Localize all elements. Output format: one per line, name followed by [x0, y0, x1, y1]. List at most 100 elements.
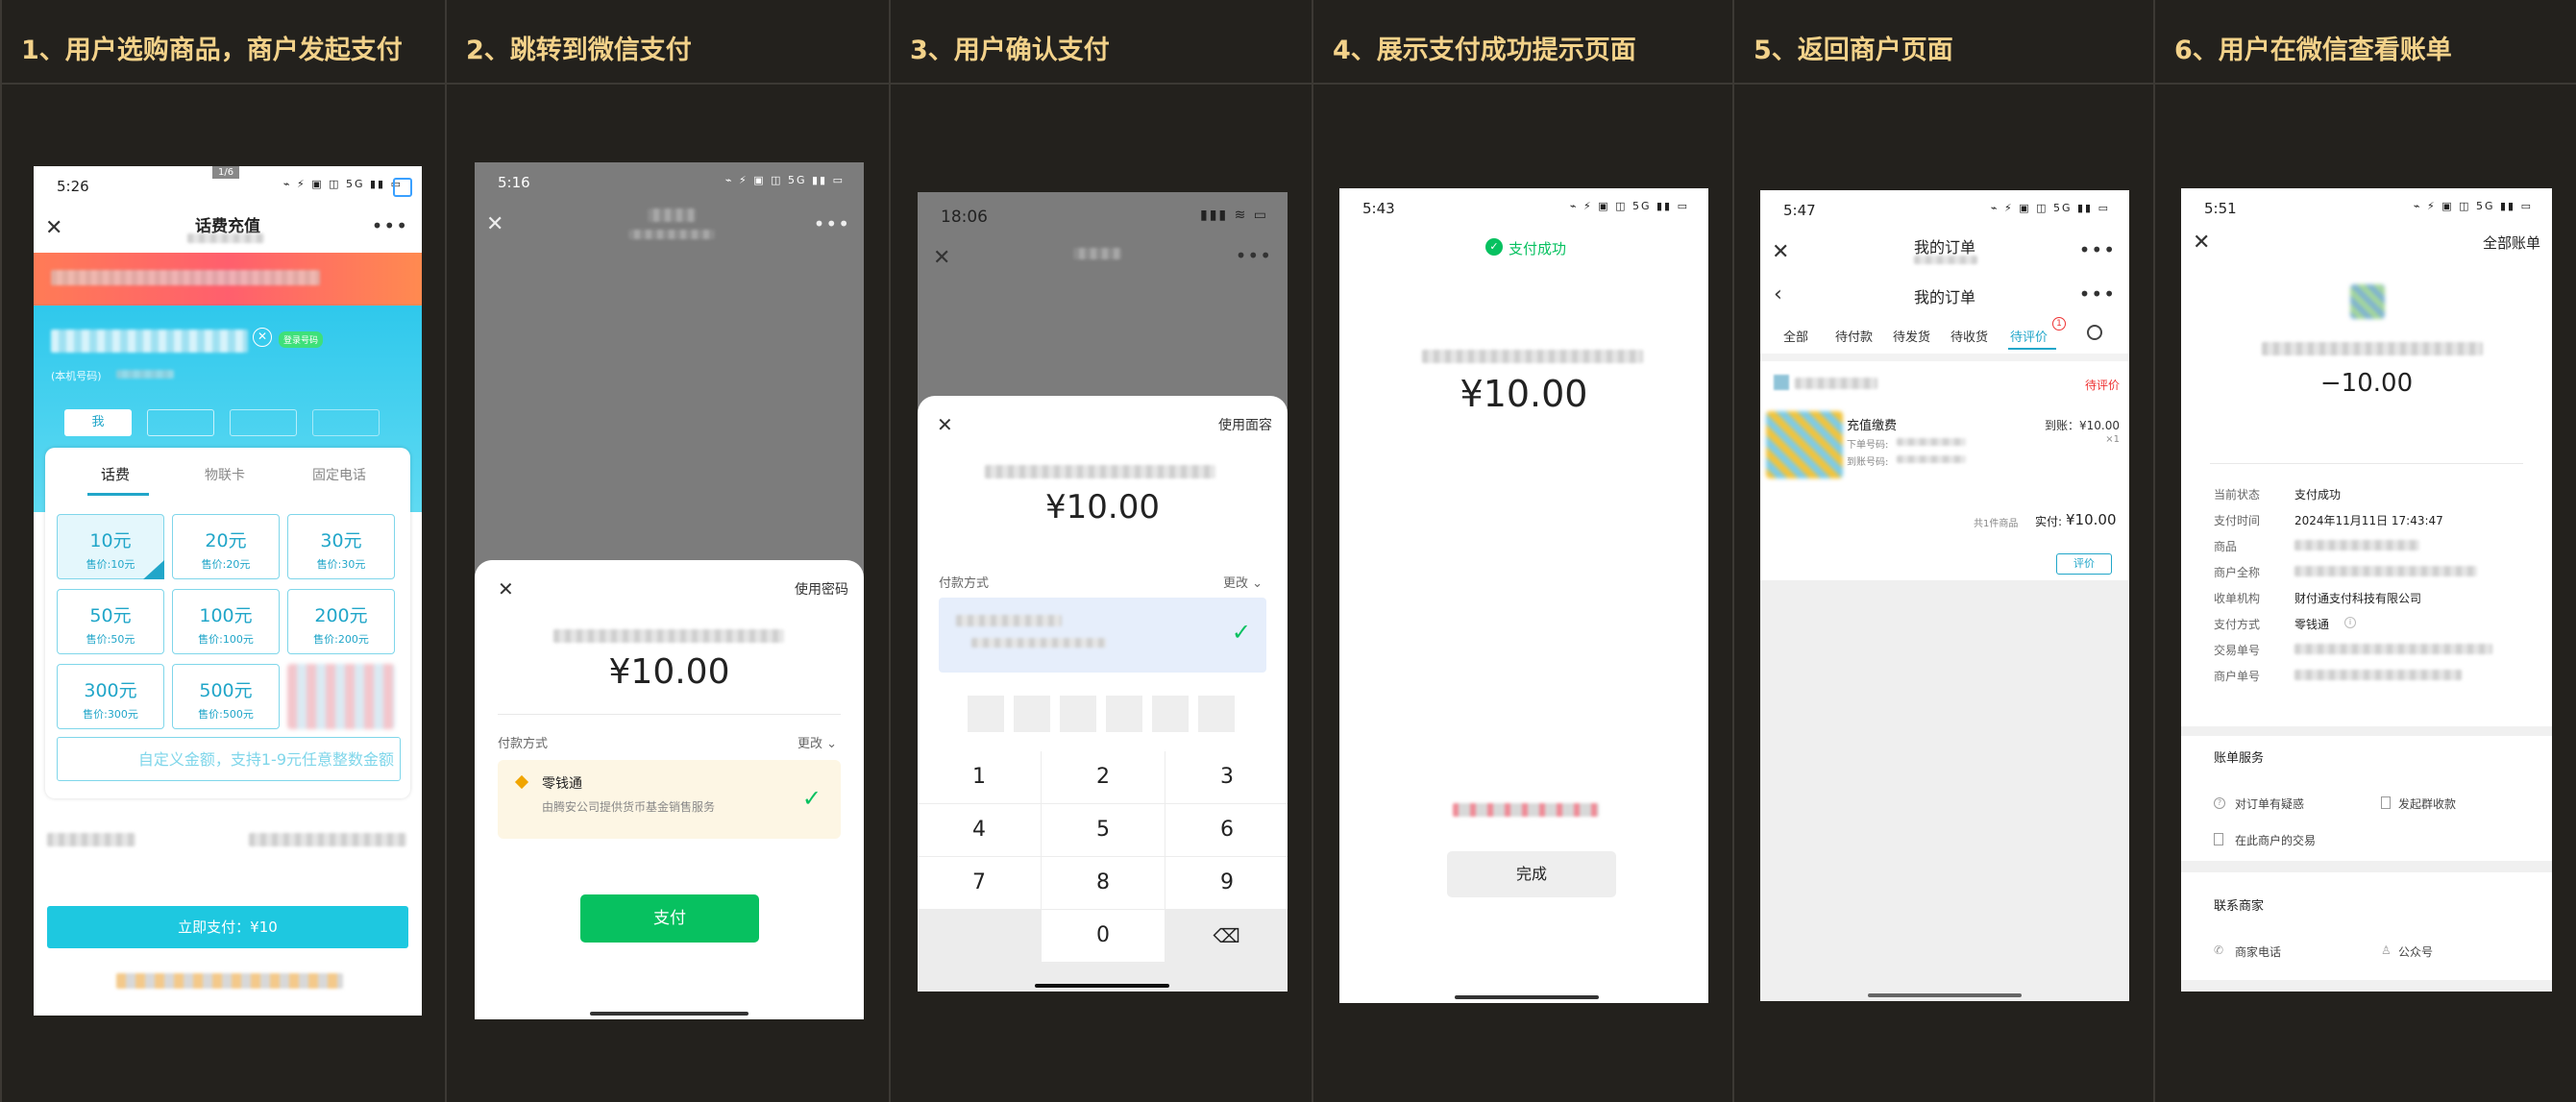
pay-now-button[interactable]: 立即支付：¥10: [47, 906, 408, 948]
product-name: 充值缴费: [1847, 419, 1898, 433]
tab-to-ship[interactable]: 待发货: [1893, 327, 1930, 345]
key-1[interactable]: 1: [918, 751, 1041, 803]
group-collect-link[interactable]: 发起群收款: [2398, 796, 2456, 812]
bank-card-desc-blurred: [971, 638, 1106, 648]
account-chip-me[interactable]: 我: [64, 409, 132, 436]
password-box: [1106, 696, 1142, 732]
phone-screen-merchant: 5:26 ⌁ ⚡ ▣ ◫ 5G ▮▮ ▭ 1/6 ✕ 话费充值 ••• ✕ 登录号…: [34, 166, 422, 1016]
tab-landline[interactable]: 固定电话: [312, 465, 366, 484]
use-face-link[interactable]: 使用面容: [1218, 415, 1272, 434]
row-value-blurred: [2294, 670, 2462, 680]
scan-icon[interactable]: [393, 178, 412, 197]
row-value-blurred: [2294, 540, 2419, 551]
key-4[interactable]: 4: [918, 804, 1041, 856]
merchant-trades-link[interactable]: 在此商户的交易: [2235, 832, 2316, 848]
merchant-phone-link[interactable]: 商家电话: [2235, 943, 2281, 960]
key-5[interactable]: 5: [1042, 804, 1165, 856]
clear-icon[interactable]: ✕: [253, 328, 272, 347]
change-link[interactable]: 更改 ⌄: [1223, 573, 1263, 591]
tab-to-pay[interactable]: 待付款: [1835, 327, 1873, 345]
key-8[interactable]: 8: [1042, 857, 1165, 909]
password-box: [1198, 696, 1235, 732]
more-icon[interactable]: •••: [372, 214, 408, 237]
change-link[interactable]: 更改 ⌄: [797, 733, 837, 751]
step-title: 4、展示支付成功提示页面: [1313, 0, 1732, 85]
account-chip[interactable]: [147, 409, 214, 436]
tab-phone-fee[interactable]: 话费: [101, 464, 130, 484]
use-password-link[interactable]: 使用密码: [795, 579, 848, 599]
step-title: 5、返回商户页面: [1734, 0, 2153, 85]
tab-active-underline: [2008, 348, 2056, 350]
close-icon[interactable]: ✕: [937, 413, 953, 436]
tab-active-underline: [87, 493, 149, 496]
phone-number-blurred: [51, 330, 248, 353]
status-time: 5:47: [1783, 202, 1816, 219]
done-button[interactable]: 完成: [1447, 851, 1616, 897]
paid-label: 实付:: [2035, 515, 2063, 528]
status-time: 5:26: [57, 178, 89, 195]
tab-iot-card[interactable]: 物联卡: [205, 465, 245, 484]
tab-to-receive[interactable]: 待收货: [1950, 327, 1988, 345]
keypad: 1 2 3 4 5 6 7 8 9 0 ⌫: [918, 751, 1288, 992]
divider: [498, 714, 841, 715]
status-icons: ⌁ ⚡ ▣ ◫ 5G ▮▮ ▭: [2413, 200, 2533, 212]
page-indicator: 1/6: [212, 166, 240, 179]
status-icons: ⌁ ⚡ ▣ ◫ 5G ▮▮ ▭: [282, 178, 403, 190]
amount-tile[interactable]: 30元 售价:30元: [287, 514, 395, 579]
close-icon[interactable]: ✕: [2193, 231, 2210, 255]
promo-tile-blurred[interactable]: [287, 664, 395, 729]
amount-tile[interactable]: 200元 售价:200元: [287, 589, 395, 654]
pay-method-label: 付款方式: [498, 737, 549, 751]
status-icons: ⌁ ⚡ ▣ ◫ 5G ▮▮ ▭: [1990, 202, 2110, 214]
person-icon: ♙: [2381, 943, 2392, 957]
pay-method-card[interactable]: [939, 598, 1266, 673]
custom-amount-input[interactable]: 自定义金额，支持1-9元任意整数金额: [57, 737, 401, 781]
row-value: 零钱通: [2294, 618, 2330, 631]
recv-amount: 到账：¥10.00: [2045, 419, 2120, 432]
key-6[interactable]: 6: [1165, 804, 1288, 856]
official-account-link[interactable]: 公众号: [2398, 943, 2433, 960]
all-bills-link[interactable]: 全部账单: [2483, 233, 2540, 253]
amount-tile[interactable]: 50元 售价:50元: [57, 589, 164, 654]
key-0[interactable]: 0: [1042, 910, 1165, 962]
section-title: 账单服务: [2214, 751, 2265, 766]
amount-tile[interactable]: 20元 售价:20元: [172, 514, 280, 579]
more-icon[interactable]: •••: [2079, 238, 2116, 261]
key-2[interactable]: 2: [1042, 751, 1165, 803]
tab-all[interactable]: 全部: [1783, 327, 1808, 345]
backspace-icon[interactable]: ⌫: [1165, 910, 1288, 962]
amount-tile[interactable]: 300元 售价:300元: [57, 664, 164, 729]
key-7[interactable]: 7: [918, 857, 1041, 909]
password-box: [1152, 696, 1189, 732]
pay-method-desc: 由腾安公司提供货币基金销售服务: [542, 800, 716, 814]
account-chip[interactable]: [230, 409, 297, 436]
row-value-blurred: [2294, 566, 2477, 576]
more-icon[interactable]: •••: [814, 212, 850, 235]
close-icon[interactable]: ✕: [486, 212, 503, 236]
password-boxes[interactable]: [968, 696, 1237, 734]
merchant-name-blurred: [1422, 350, 1643, 363]
paid-amount: ¥10.00: [2066, 511, 2117, 528]
pay-button[interactable]: 支付: [580, 894, 759, 943]
page-title: 我的订单: [1913, 238, 1975, 257]
amount-tile[interactable]: 100元 售价:100元: [172, 589, 280, 654]
login-badge: 登录号码: [279, 331, 324, 348]
tab-to-review[interactable]: 待评价: [2010, 327, 2048, 345]
info-icon[interactable]: i: [2344, 617, 2356, 628]
key-9[interactable]: 9: [1165, 857, 1288, 909]
step-title: 3、用户确认支付: [891, 0, 1312, 85]
key-3[interactable]: 3: [1165, 751, 1288, 803]
account-chip[interactable]: [312, 409, 380, 436]
more-icon[interactable]: •••: [2079, 282, 2116, 306]
doubt-link[interactable]: 对订单有疑惑: [2235, 796, 2304, 812]
subtitle-blurred: [187, 233, 264, 243]
review-button[interactable]: 评价: [2056, 553, 2112, 575]
close-icon[interactable]: ✕: [498, 577, 514, 600]
contact-section: [2181, 872, 2552, 980]
recv-no-blurred: [1897, 455, 1966, 463]
status-icons: ⌁ ⚡ ▣ ◫ 5G ▮▮ ▭: [724, 174, 845, 186]
search-icon[interactable]: [2087, 325, 2102, 340]
phone-screen-wechat-pay: 5:16 ⌁ ⚡ ▣ ◫ 5G ▮▮ ▭ ✕ ••• ✕ 使用密码 ¥10.00 …: [475, 162, 864, 1019]
amount-tile[interactable]: 500元 售价:500元: [172, 664, 280, 729]
change-label: 更改: [797, 737, 822, 751]
